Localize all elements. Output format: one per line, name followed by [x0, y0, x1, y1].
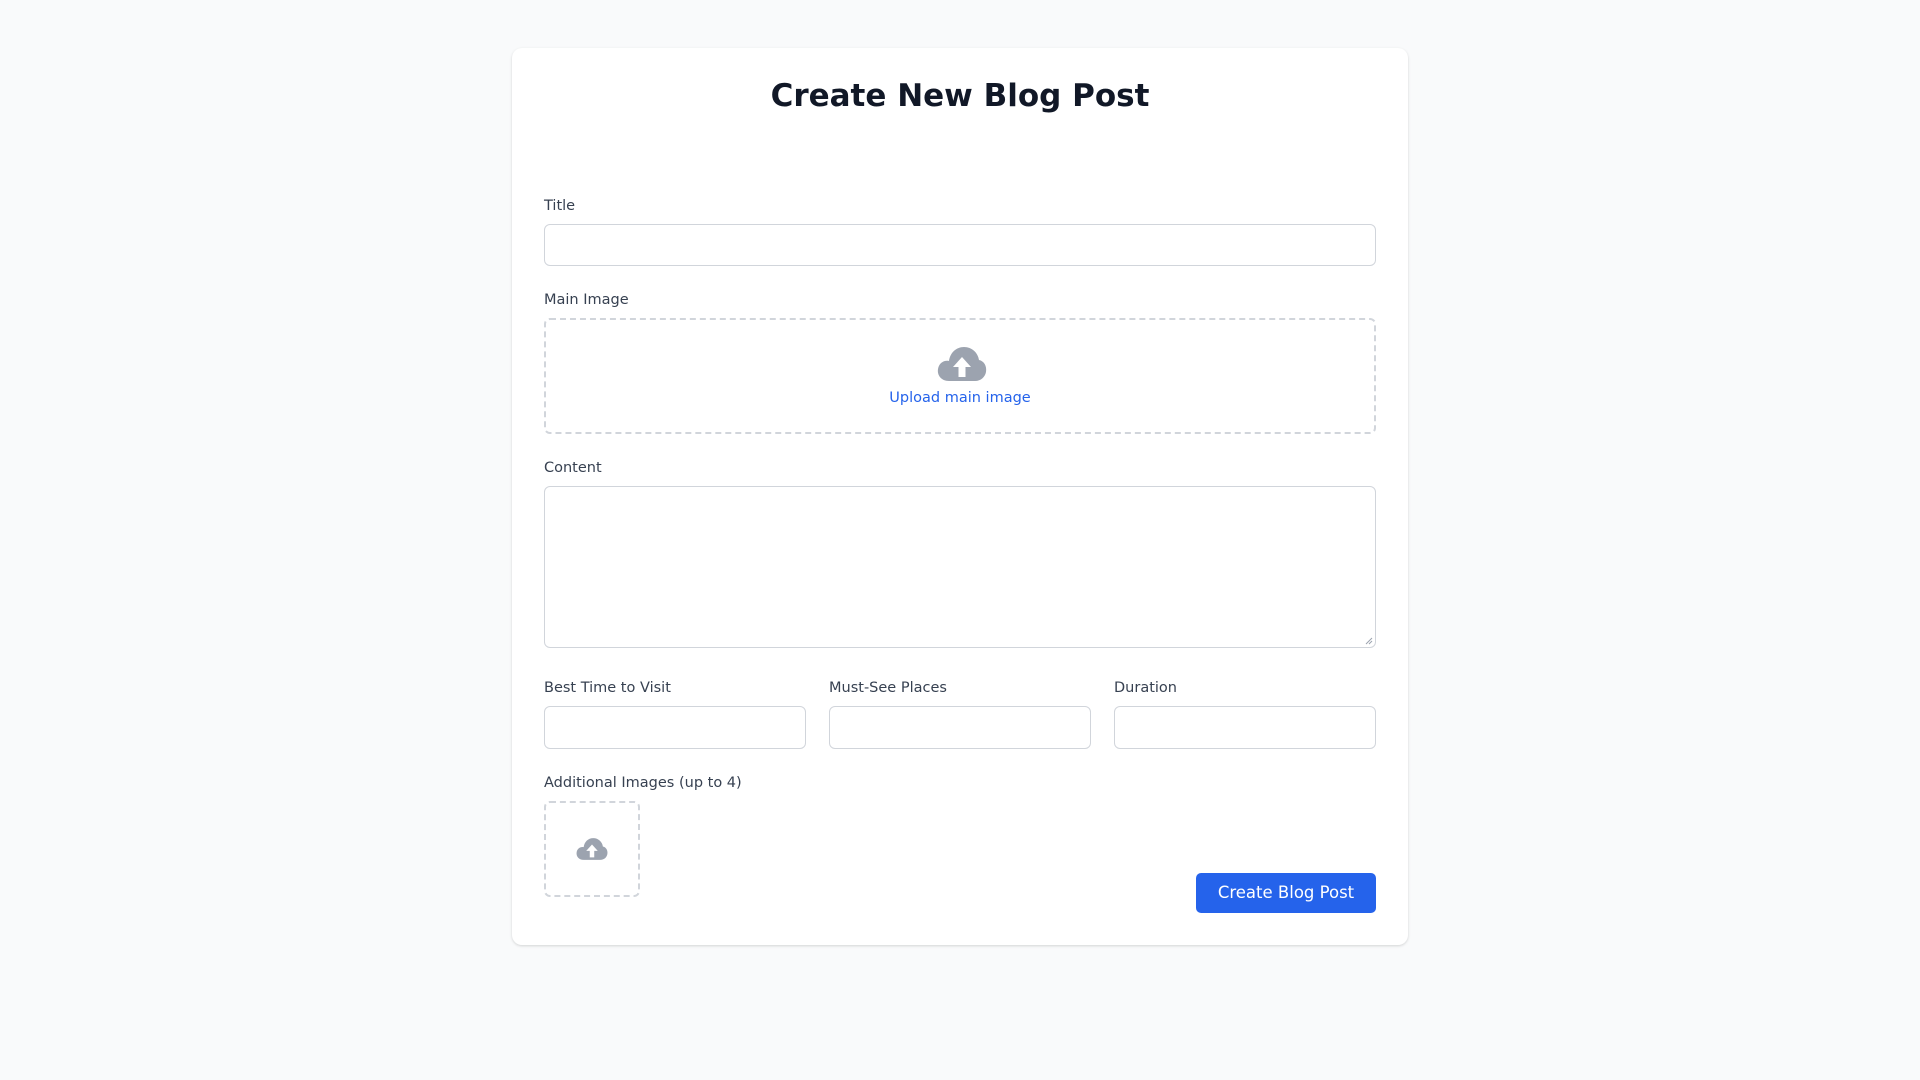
main-image-dropzone[interactable]: Upload main image	[544, 318, 1376, 434]
upload-main-image-link[interactable]: Upload main image	[546, 388, 1374, 408]
main-image-label: Main Image	[544, 292, 629, 308]
page-title: Create New Blog Post	[770, 78, 1150, 114]
content-textarea[interactable]	[544, 486, 1376, 648]
must-see-input[interactable]	[829, 706, 1091, 749]
additional-image-dropzone[interactable]	[544, 801, 640, 897]
title-label: Title	[544, 198, 576, 214]
duration-label: Duration	[1114, 680, 1177, 696]
cloud-upload-icon	[576, 838, 608, 860]
resize-handle-icon[interactable]	[1363, 635, 1373, 645]
blog-post-form-card: Create New Blog Post Title Main Image Up…	[512, 48, 1408, 945]
title-input[interactable]	[544, 224, 1376, 266]
additional-images-label: Additional Images (up to 4)	[544, 775, 742, 791]
create-blog-post-button[interactable]: Create Blog Post	[1196, 873, 1376, 913]
duration-input[interactable]	[1114, 706, 1376, 749]
content-label: Content	[544, 460, 602, 476]
cloud-upload-icon	[937, 347, 987, 381]
best-time-label: Best Time to Visit	[544, 680, 671, 696]
must-see-label: Must-See Places	[829, 680, 947, 696]
best-time-input[interactable]	[544, 706, 806, 749]
